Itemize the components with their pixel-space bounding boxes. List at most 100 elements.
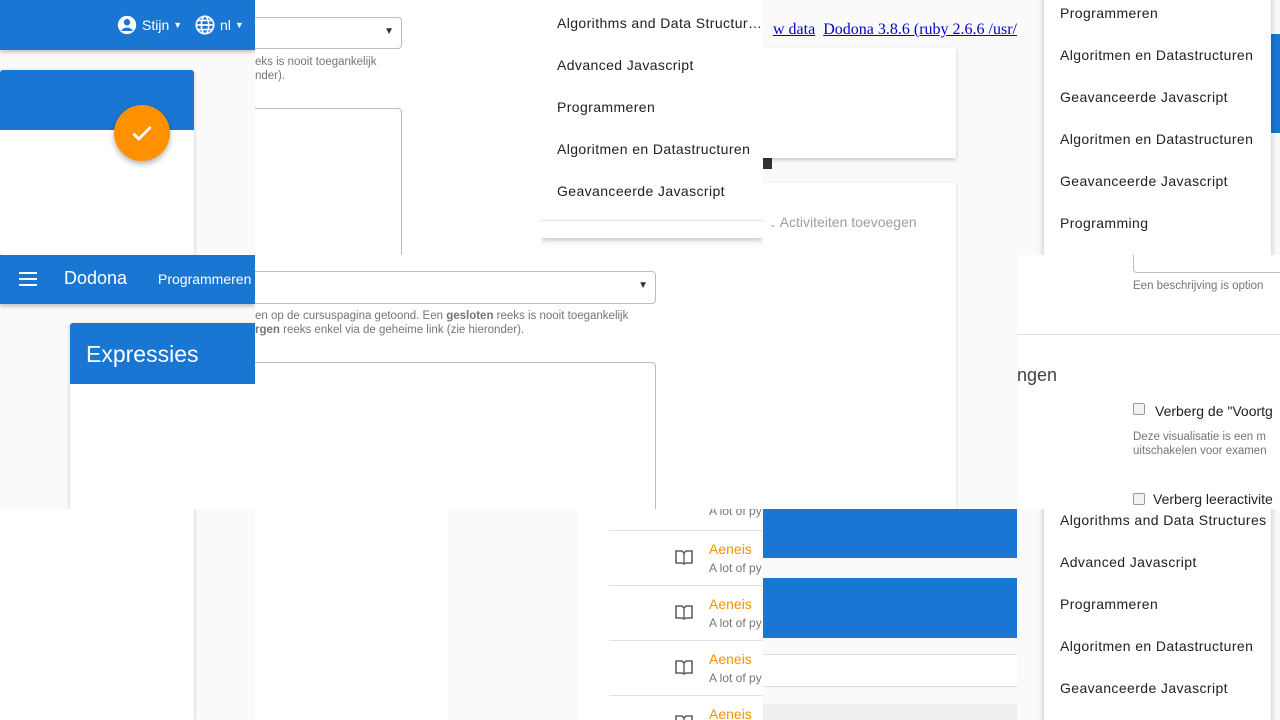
book-icon (675, 550, 693, 565)
activity-name[interactable]: Aeneis (709, 706, 752, 720)
activity-name[interactable]: Aeneis (709, 651, 752, 667)
tile-blank (763, 255, 1017, 509)
chevron-down-icon: ▼ (234, 20, 244, 30)
menu-item[interactable]: Geavanceerde Javascript (1044, 667, 1271, 709)
tile-visibility-form: ▼ eks is nooit toegankelijk nder). (255, 0, 541, 255)
menu-item[interactable]: Advanced Javascript (1044, 541, 1271, 583)
chevron-down-icon: ▼ (173, 20, 183, 30)
visibility-help: eks is nooit toegankelijk nder). (255, 56, 377, 82)
visibility-select[interactable]: ▼ (255, 17, 402, 49)
card-body (0, 509, 194, 720)
navbar: Stijn ▼ nl ▼ (0, 0, 255, 50)
hamburger-icon[interactable] (18, 270, 38, 288)
description-input[interactable] (1133, 255, 1280, 273)
user-menu-button[interactable]: Stijn ▼ (116, 13, 182, 37)
caret-down-icon: ▼ (384, 26, 394, 37)
series-card-header: Expressies (70, 323, 255, 384)
series-card: Expressies (70, 323, 255, 509)
menu-item[interactable]: Programmeren (1044, 0, 1271, 34)
tile-bottom-left (0, 509, 448, 720)
caret-down-icon: ▼ (638, 280, 648, 291)
course-dropdown-menu: Algorithms and Data Structures Advanced … (541, 0, 763, 238)
tile-user-navbar: Stijn ▼ nl ▼ (0, 0, 255, 255)
menu-divider (541, 220, 763, 221)
activity-description: A lot of py (709, 561, 762, 575)
menu-item[interactable]: Geavanceerde Javascript (1044, 76, 1271, 118)
menu-item[interactable]: Algoritmen en Datastructuren (1044, 625, 1271, 667)
menu-item[interactable]: Algoritmen en Datastructuren (541, 128, 763, 170)
page-title: Expressies (86, 341, 199, 367)
language-menu-button[interactable]: nl ▼ (194, 13, 244, 37)
activities-card (763, 255, 956, 509)
activity-row[interactable]: Aeneis (609, 695, 763, 720)
menu-item[interactable]: Geavanceerde Javascript (1044, 160, 1271, 202)
hide-progress-checkbox[interactable] (1133, 403, 1145, 415)
description-textarea[interactable] (255, 362, 656, 509)
settings-heading: ngen (1017, 365, 1058, 385)
chevron-down-icon: ⌄ (769, 219, 777, 229)
panel-strip (763, 654, 1017, 687)
activity-list: A lot of py Aeneis A lot of py Aeneis A … (578, 509, 763, 720)
card-header-small (0, 70, 194, 255)
hide-progress-label: Verberg de "Voortg (1155, 403, 1273, 419)
activity-row[interactable]: Aeneis A lot of py (609, 530, 763, 585)
tile-main-navbar: Dodona Programmeren Expressies (0, 255, 255, 509)
tile-activity-list: A lot of py Aeneis A lot of py Aeneis A … (578, 509, 763, 720)
tile-settings: Een beschrijving is option ngen Verberg … (1017, 255, 1280, 509)
activity-name[interactable]: Aeneis (709, 596, 752, 612)
visibility-select[interactable]: ▼ (255, 271, 656, 304)
version-link[interactable]: Dodona 3.8.6 (ruby 2.6.6 /usr/s (823, 21, 1017, 38)
book-icon (675, 605, 693, 620)
tile-visibility-form-main: ▼ en op de cursuspagina getoond. Een ges… (255, 255, 763, 509)
debug-links: w data Dodona 3.8.6 (ruby 2.6.6 /usr/s (773, 21, 1017, 39)
content-panel (255, 509, 448, 720)
activity-name[interactable]: Aeneis (709, 541, 752, 557)
menu-item[interactable]: Algorithms and Data Structures (1044, 509, 1271, 541)
tile-course-dropdown: Algorithms and Data Structures Advanced … (541, 0, 763, 255)
description-textarea[interactable] (255, 108, 402, 255)
menu-item[interactable]: Programmeren (1044, 583, 1271, 625)
activity-row[interactable]: A lot of py (609, 509, 763, 530)
raw-data-link[interactable]: w data (773, 21, 815, 38)
check-fab-button[interactable] (114, 105, 170, 161)
panel-strip-grey (763, 704, 1017, 720)
tile-debug-links: w data Dodona 3.8.6 (ruby 2.6.6 /usr/s ⌄… (763, 0, 1017, 255)
tile-course-dropdown-bottom: Algorithms and Data Structures Advanced … (1017, 509, 1280, 720)
activity-description: A lot of py (709, 616, 762, 630)
book-icon (675, 715, 693, 720)
account-circle-icon (117, 15, 137, 35)
activity-description: A lot of py (709, 671, 762, 685)
breadcrumb-course[interactable]: Programmeren (158, 271, 251, 287)
card-header-band (763, 509, 1017, 558)
content-card (763, 48, 956, 158)
description-help: Een beschrijving is option (1133, 280, 1264, 292)
tile-gap (448, 509, 578, 720)
hide-activities-checkbox[interactable] (1133, 493, 1145, 505)
section-divider (1017, 334, 1280, 335)
globe-icon (195, 15, 215, 35)
language-label: nl (220, 17, 231, 33)
menu-item[interactable]: Programmeren (541, 86, 763, 128)
activities-card: ⌄ Activiteiten toevoegen (763, 183, 956, 255)
menu-item[interactable]: Algorithms and Data Structures (541, 2, 763, 44)
card-header-band (763, 578, 1017, 638)
app-title[interactable]: Dodona (64, 268, 127, 289)
menu-item[interactable]: Algoritmen en Datastructuren (1044, 118, 1271, 160)
menu-item[interactable]: Algoritmen en Datastructuren (1044, 34, 1271, 76)
check-icon (132, 126, 152, 141)
menu-item[interactable]: Geavanceerde Javascript (541, 170, 763, 212)
hide-progress-help: Deze visualisatie is een m uitschakelen v… (1133, 431, 1267, 457)
tile-blue-bands (763, 509, 1017, 720)
course-dropdown-menu: Algorithms and Data Structures Advanced … (1044, 509, 1271, 720)
course-dropdown-menu: Programmeren Algoritmen en Datastructure… (1044, 0, 1271, 255)
menu-item[interactable]: Programming (1044, 202, 1271, 244)
add-activities-toggle[interactable]: ⌄ Activiteiten toevoegen (769, 214, 917, 230)
activity-row[interactable]: Aeneis A lot of py (609, 585, 763, 640)
tile-course-dropdown-right: Programmeren Algoritmen en Datastructure… (1017, 0, 1280, 255)
menu-item[interactable]: Advanced Javascript (541, 44, 763, 86)
visibility-help: en op de cursuspagina getoond. Een geslo… (255, 310, 629, 336)
user-name: Stijn (142, 17, 170, 33)
navbar: Dodona Programmeren (0, 255, 255, 304)
activity-row[interactable]: Aeneis A lot of py (609, 640, 763, 695)
book-icon (675, 660, 693, 675)
